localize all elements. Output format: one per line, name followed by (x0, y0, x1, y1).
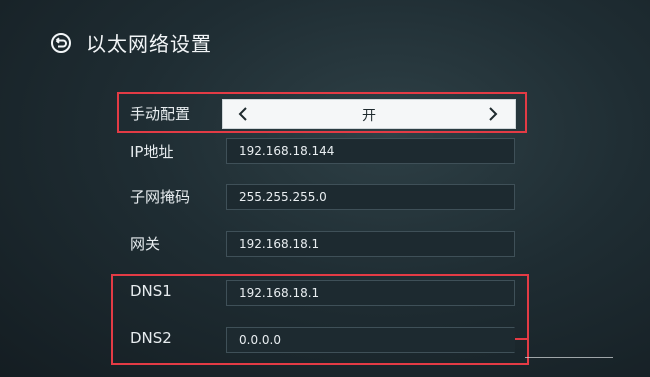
dns1-label: DNS1 (130, 282, 172, 300)
back-icon[interactable] (50, 32, 72, 54)
dns1-row: DNS1 (130, 282, 226, 300)
ip-address-field[interactable]: 192.168.18.144 (226, 138, 515, 164)
subnet-mask-row: 子网掩码 (130, 186, 226, 207)
highlight-mark (515, 338, 527, 340)
subnet-mask-label: 子网掩码 (130, 188, 191, 206)
manual-config-label: 手动配置 (130, 105, 191, 123)
chevron-right-icon[interactable] (485, 105, 501, 123)
subnet-mask-field[interactable]: 255.255.255.0 (226, 184, 515, 210)
dns2-label: DNS2 (130, 329, 172, 347)
manual-config-value: 开 (362, 108, 376, 124)
dns1-field[interactable]: 192.168.18.1 (226, 280, 515, 306)
dns2-field[interactable]: 0.0.0.0 (226, 327, 515, 353)
page-title: 以太网络设置 (86, 32, 212, 56)
manual-config-selector[interactable]: 开 (222, 99, 516, 129)
dns2-row: DNS2 (130, 329, 226, 347)
ip-address-label: IP地址 (130, 143, 174, 161)
ip-address-row: IP地址 (130, 141, 226, 162)
page-header: 以太网络设置 (50, 28, 212, 57)
gateway-field[interactable]: 192.168.18.1 (226, 231, 515, 257)
gateway-row: 网关 (130, 233, 226, 254)
gateway-label: 网关 (130, 235, 161, 253)
divider-line (525, 357, 613, 358)
manual-config-row: 手动配置 (130, 103, 226, 124)
